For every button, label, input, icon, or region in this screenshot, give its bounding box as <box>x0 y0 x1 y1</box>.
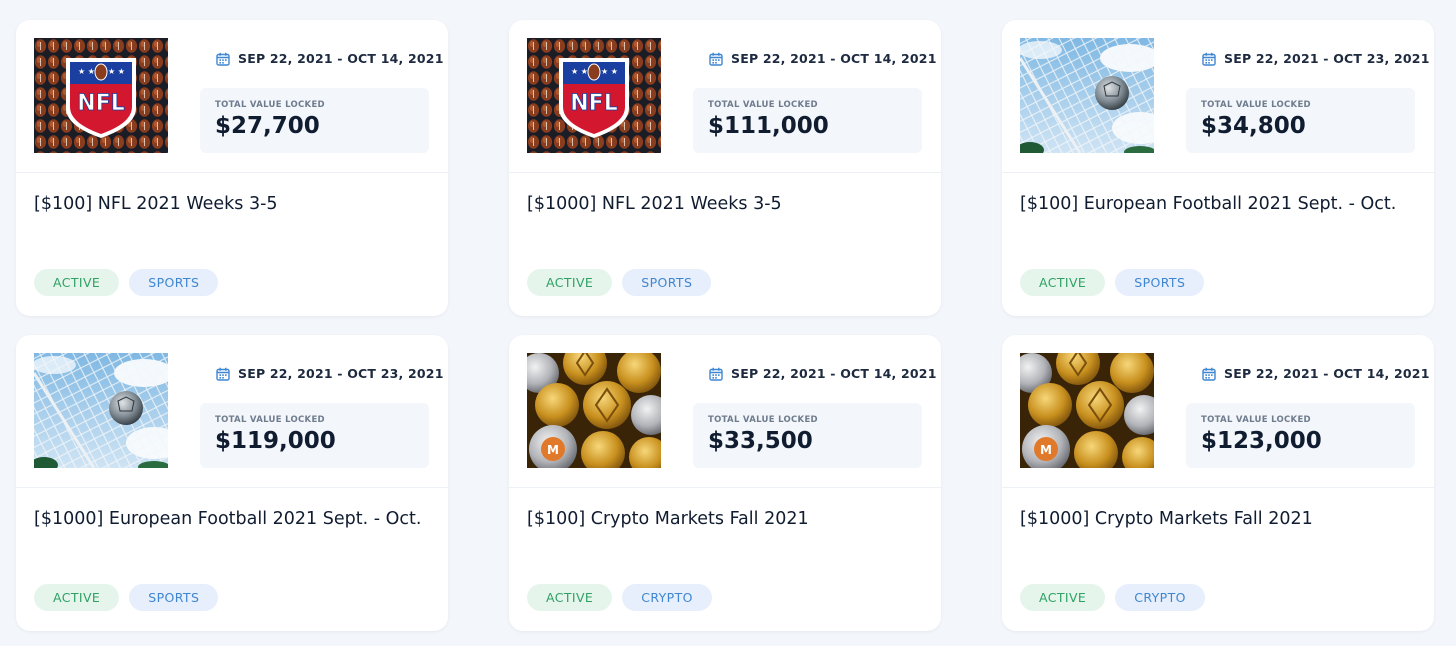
tag-list: ACTIVE SPORTS <box>1020 269 1205 296</box>
svg-text:M: M <box>1040 443 1052 457</box>
tvl-value: $27,700 <box>215 113 320 139</box>
pool-thumbnail[interactable] <box>34 353 168 468</box>
pool-thumbnail[interactable]: ★ ★ ★ ★ NFL <box>34 38 168 153</box>
status-badge: ACTIVE <box>34 269 120 296</box>
calendar-icon <box>216 52 230 66</box>
card-divider <box>1002 487 1434 488</box>
tvl-label: TOTAL VALUE LOCKED <box>1201 415 1311 425</box>
category-badge[interactable]: SPORTS <box>129 269 219 296</box>
tag-list: ACTIVE SPORTS <box>34 584 219 611</box>
svg-text:NFL: NFL <box>77 91 124 116</box>
tvl-label: TOTAL VALUE LOCKED <box>708 415 818 425</box>
category-badge[interactable]: CRYPTO <box>1115 584 1205 611</box>
svg-text:M: M <box>547 443 559 457</box>
total-value-locked: TOTAL VALUE LOCKED $111,000 <box>693 88 922 153</box>
pool-title[interactable]: [$1000] Crypto Markets Fall 2021 <box>1020 509 1420 529</box>
category-badge[interactable]: SPORTS <box>1115 269 1205 296</box>
tvl-value: $123,000 <box>1201 428 1322 454</box>
nfl-logo-image: ★ ★ ★ ★ NFL <box>34 38 168 153</box>
total-value-locked: TOTAL VALUE LOCKED $119,000 <box>200 403 429 468</box>
tag-list: ACTIVE SPORTS <box>34 269 219 296</box>
pool-thumbnail[interactable]: M <box>1020 353 1154 468</box>
card-divider <box>509 172 941 173</box>
pool-title[interactable]: [$1000] European Football 2021 Sept. - O… <box>34 509 434 529</box>
svg-text:NFL: NFL <box>570 91 617 116</box>
status-badge: ACTIVE <box>34 584 120 611</box>
svg-text:★ ★: ★ ★ <box>571 67 588 76</box>
pool-thumbnail[interactable]: M <box>527 353 661 468</box>
pool-card[interactable]: SEP 22, 2021 - OCT 23, 2021 TOTAL VALUE … <box>1002 20 1434 316</box>
status-badge: ACTIVE <box>527 269 613 296</box>
svg-text:★ ★: ★ ★ <box>108 67 125 76</box>
total-value-locked: TOTAL VALUE LOCKED $34,800 <box>1186 88 1415 153</box>
svg-text:★ ★: ★ ★ <box>601 67 618 76</box>
pool-title[interactable]: [$100] European Football 2021 Sept. - Oc… <box>1020 194 1420 214</box>
tvl-label: TOTAL VALUE LOCKED <box>215 100 325 110</box>
pool-card[interactable]: ★ ★ ★ ★ NFL SEP 22, 2021 - OCT 14, 2021 … <box>509 20 941 316</box>
card-divider <box>1002 172 1434 173</box>
tag-list: ACTIVE CRYPTO <box>1020 584 1205 611</box>
calendar-icon <box>1202 367 1216 381</box>
total-value-locked: TOTAL VALUE LOCKED $27,700 <box>200 88 429 153</box>
date-range-text: SEP 22, 2021 - OCT 14, 2021 <box>1224 366 1430 381</box>
date-range-text: SEP 22, 2021 - OCT 23, 2021 <box>1224 51 1430 66</box>
pool-thumbnail[interactable] <box>1020 38 1154 153</box>
pool-card[interactable]: ★ ★ ★ ★ NFL SEP 22, 2021 - OCT 14, 2021 … <box>16 20 448 316</box>
pool-title[interactable]: [$100] NFL 2021 Weeks 3-5 <box>34 194 434 214</box>
pool-card[interactable]: SEP 22, 2021 - OCT 23, 2021 TOTAL VALUE … <box>16 335 448 631</box>
date-range: SEP 22, 2021 - OCT 23, 2021 <box>1202 51 1430 66</box>
tvl-value: $119,000 <box>215 428 336 454</box>
calendar-icon <box>709 367 723 381</box>
date-range: SEP 22, 2021 - OCT 14, 2021 <box>216 51 444 66</box>
tag-list: ACTIVE SPORTS <box>527 269 712 296</box>
calendar-icon <box>1202 52 1216 66</box>
pool-title[interactable]: [$1000] NFL 2021 Weeks 3-5 <box>527 194 927 214</box>
card-divider <box>509 487 941 488</box>
date-range-text: SEP 22, 2021 - OCT 14, 2021 <box>731 51 937 66</box>
date-range: SEP 22, 2021 - OCT 23, 2021 <box>216 366 444 381</box>
pool-card[interactable]: M SEP 22, 2021 - OCT 14, 2021 TOTAL VALU… <box>509 335 941 631</box>
category-badge[interactable]: SPORTS <box>622 269 712 296</box>
calendar-icon <box>216 367 230 381</box>
category-badge[interactable]: SPORTS <box>129 584 219 611</box>
tvl-label: TOTAL VALUE LOCKED <box>215 415 325 425</box>
date-range-text: SEP 22, 2021 - OCT 14, 2021 <box>731 366 937 381</box>
date-range: SEP 22, 2021 - OCT 14, 2021 <box>709 51 937 66</box>
crypto-coins-image: M <box>527 353 661 468</box>
crypto-coins-image: M <box>1020 353 1154 468</box>
status-badge: ACTIVE <box>527 584 613 611</box>
nfl-logo-image: ★ ★ ★ ★ NFL <box>527 38 661 153</box>
tag-list: ACTIVE CRYPTO <box>527 584 712 611</box>
status-badge: ACTIVE <box>1020 269 1106 296</box>
status-badge: ACTIVE <box>1020 584 1106 611</box>
pool-title[interactable]: [$100] Crypto Markets Fall 2021 <box>527 509 927 529</box>
tvl-value: $34,800 <box>1201 113 1306 139</box>
soccer-net-image <box>1020 38 1154 153</box>
svg-text:★ ★: ★ ★ <box>78 67 95 76</box>
date-range-text: SEP 22, 2021 - OCT 23, 2021 <box>238 366 444 381</box>
pool-card[interactable]: M SEP 22, 2021 - OCT 14, 2021 TOTAL VALU… <box>1002 335 1434 631</box>
tvl-label: TOTAL VALUE LOCKED <box>708 100 818 110</box>
calendar-icon <box>709 52 723 66</box>
date-range: SEP 22, 2021 - OCT 14, 2021 <box>1202 366 1430 381</box>
tvl-value: $111,000 <box>708 113 829 139</box>
card-divider <box>16 172 448 173</box>
soccer-net-image <box>34 353 168 468</box>
tvl-value: $33,500 <box>708 428 813 454</box>
category-badge[interactable]: CRYPTO <box>622 584 712 611</box>
date-range: SEP 22, 2021 - OCT 14, 2021 <box>709 366 937 381</box>
total-value-locked: TOTAL VALUE LOCKED $123,000 <box>1186 403 1415 468</box>
card-divider <box>16 487 448 488</box>
date-range-text: SEP 22, 2021 - OCT 14, 2021 <box>238 51 444 66</box>
pool-thumbnail[interactable]: ★ ★ ★ ★ NFL <box>527 38 661 153</box>
tvl-label: TOTAL VALUE LOCKED <box>1201 100 1311 110</box>
total-value-locked: TOTAL VALUE LOCKED $33,500 <box>693 403 922 468</box>
